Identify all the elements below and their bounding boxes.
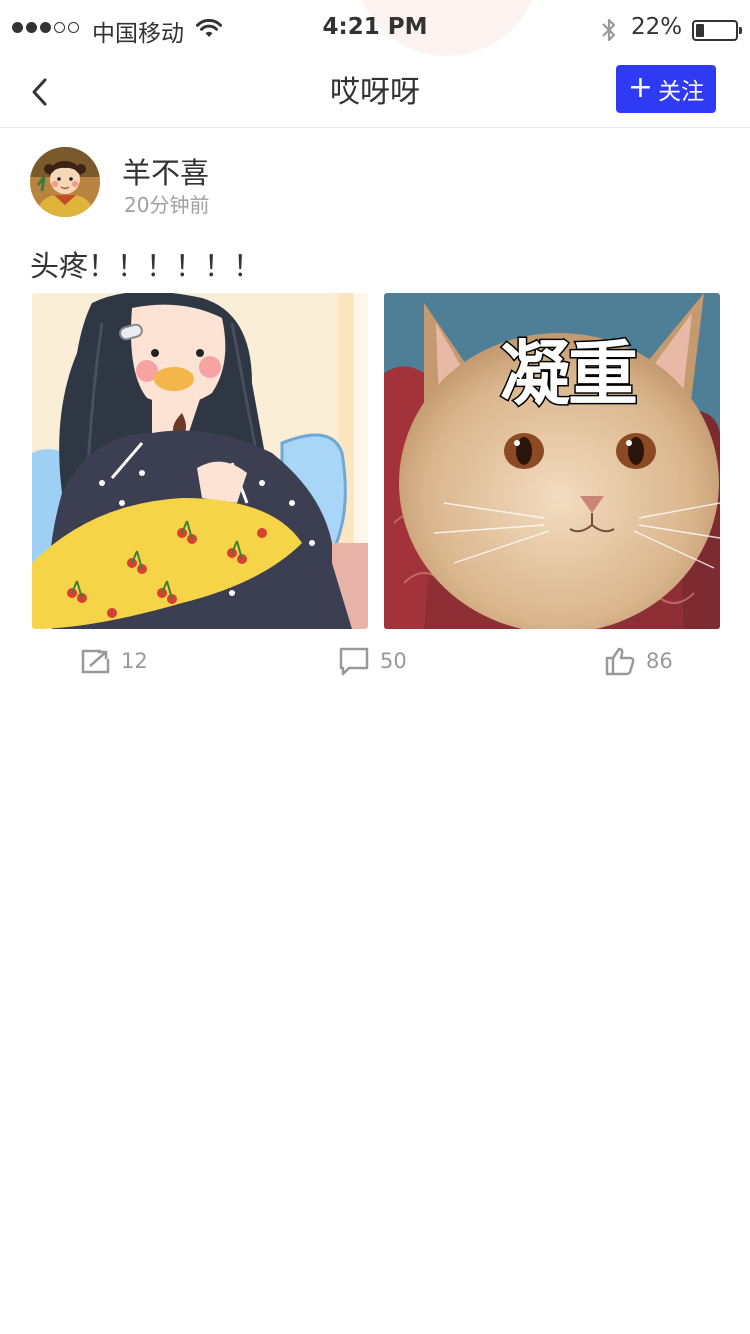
battery-percent: 22% [631, 14, 683, 40]
post-timestamp: 20分钟前 [124, 193, 210, 217]
follow-button[interactable]: + 关注 [616, 65, 716, 113]
plus-icon: + [627, 69, 654, 105]
follow-button-label: 关注 [658, 79, 705, 105]
comment-icon [339, 647, 369, 676]
meme-overlay-text: 凝重 [499, 332, 640, 417]
share-icon [81, 649, 110, 674]
comment-count: 50 [380, 649, 407, 673]
status-bar: 中国移动 4:21 PM 22% [0, 0, 750, 60]
like-count: 86 [646, 649, 673, 673]
thumbs-up-icon [605, 647, 635, 676]
bluetooth-icon [602, 18, 616, 42]
post-text: 头疼！！！！！！ [30, 249, 263, 283]
comment-action[interactable]: 50 [339, 645, 407, 677]
navigation-bar: 哎呀呀 + 关注 [0, 60, 750, 128]
like-action[interactable]: 86 [605, 645, 673, 677]
share-action[interactable]: 12 [80, 645, 148, 677]
post-image-illustration[interactable] [32, 293, 368, 629]
illustration-girl-eating-icon [32, 293, 368, 629]
share-count: 12 [121, 649, 148, 673]
avatar[interactable] [30, 147, 100, 217]
username[interactable]: 羊不喜 [122, 150, 209, 192]
battery-icon [692, 20, 742, 41]
